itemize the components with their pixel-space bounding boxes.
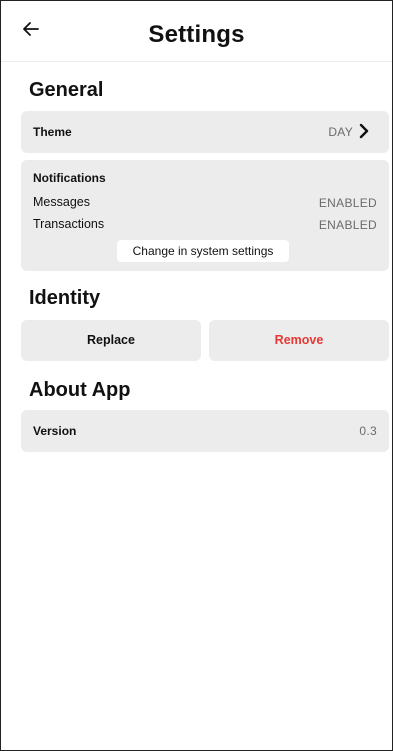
theme-value: DAY	[328, 125, 353, 139]
version-value: 0.3	[359, 424, 377, 438]
chevron-right-icon	[359, 123, 369, 139]
replace-button[interactable]: Replace	[21, 320, 201, 361]
section-title-identity: Identity	[29, 287, 101, 309]
app-frame: Settings General Theme DAY Notifications…	[0, 0, 393, 751]
notifications-card: Notifications Messages ENABLED Transacti…	[21, 160, 389, 271]
version-label: Version	[33, 424, 77, 438]
theme-label: Theme	[33, 125, 72, 139]
notifications-label: Notifications	[33, 171, 106, 185]
remove-button[interactable]: Remove	[209, 320, 389, 361]
page-title: Settings	[148, 21, 245, 48]
theme-row[interactable]: Theme DAY	[21, 111, 389, 153]
top-app-bar: Settings	[1, 1, 392, 62]
version-row: Version 0.3	[21, 410, 389, 452]
section-title-about-app: About App	[29, 379, 131, 401]
transactions-label: Transactions	[33, 217, 105, 231]
section-title-general: General	[29, 79, 104, 101]
transactions-status: ENABLED	[318, 218, 377, 232]
change-in-system-settings-button[interactable]: Change in system settings	[117, 240, 289, 262]
messages-label: Messages	[33, 195, 90, 209]
messages-status: ENABLED	[318, 196, 377, 210]
